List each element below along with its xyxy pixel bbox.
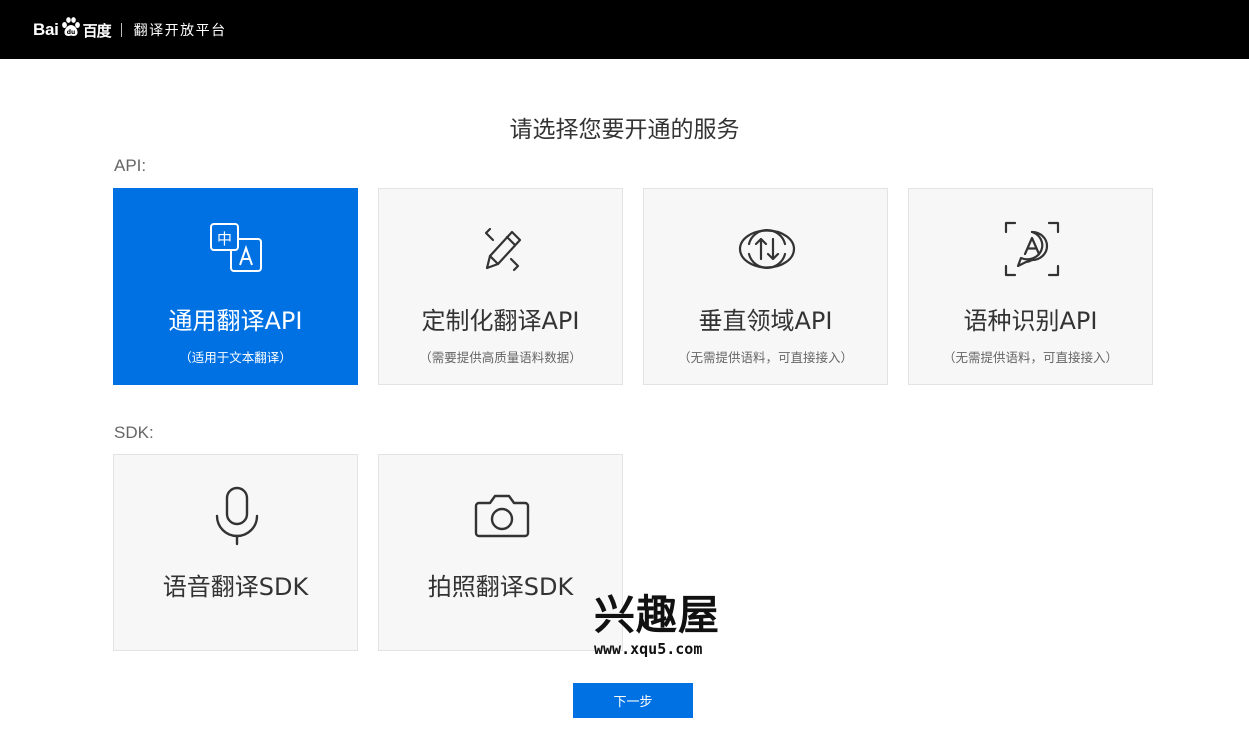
baidu-paw-icon: du (60, 16, 82, 38)
card-subtitle: （无需提供语料，可直接接入） (677, 350, 853, 365)
site-watermark: 兴趣屋 www.xqu5.com (594, 592, 740, 660)
service-card-vertical-domain-api[interactable]: 垂直领域API （无需提供语料，可直接接入） (643, 188, 888, 385)
service-card-custom-translation-api[interactable]: 定制化翻译API （需要提供高质量语料数据） (378, 188, 623, 385)
page-title: 请选择您要开通的服务 (509, 117, 740, 143)
logo-bai-text: Bai (33, 20, 59, 39)
card-subtitle: （需要提供高质量语料数据） (419, 350, 582, 365)
card-title: 语种识别API (963, 307, 1098, 335)
top-navigation-bar: Bai du 百度 翻译开放平台 (0, 0, 1249, 59)
service-card-photo-translation-sdk[interactable]: 拍照翻译SDK (378, 454, 623, 651)
microphone-icon (206, 485, 268, 547)
svg-text:du: du (66, 29, 75, 36)
baidu-fanyi-logo[interactable]: Bai du 百度 翻译开放平台 (33, 13, 227, 47)
card-subtitle: （适用于文本翻译） (179, 350, 292, 365)
svg-text:中: 中 (217, 230, 232, 248)
next-step-button[interactable]: 下一步 (573, 683, 693, 718)
watermark-url: www.xqu5.com (594, 640, 703, 658)
language-detect-icon (1001, 218, 1063, 280)
card-title: 垂直领域API (698, 307, 833, 335)
card-title: 语音翻译SDK (162, 573, 309, 601)
platform-name: 翻译开放平台 (133, 23, 227, 39)
service-card-speech-translation-sdk[interactable]: 语音翻译SDK (113, 454, 358, 651)
service-card-general-translation-api[interactable]: 中 通用翻译API （适用于文本翻译） (113, 188, 358, 385)
sync-arrows-icon (736, 218, 798, 280)
logo-separator (120, 23, 122, 37)
api-section-label: API: (114, 156, 147, 175)
card-subtitle: （无需提供语料，可直接接入） (942, 350, 1118, 365)
card-title: 通用翻译API (168, 307, 303, 335)
sdk-section-label: SDK: (114, 423, 154, 442)
translate-zh-a-icon: 中 (206, 218, 268, 280)
camera-icon (471, 485, 533, 547)
logo-baidu-text: 百度 (82, 21, 112, 40)
watermark-title: 兴趣屋 (594, 591, 720, 639)
card-title: 拍照翻译SDK (427, 573, 574, 601)
service-card-language-detection-api[interactable]: 语种识别API （无需提供语料，可直接接入） (908, 188, 1153, 385)
card-title: 定制化翻译API (421, 307, 580, 335)
pencil-icon (471, 218, 533, 280)
